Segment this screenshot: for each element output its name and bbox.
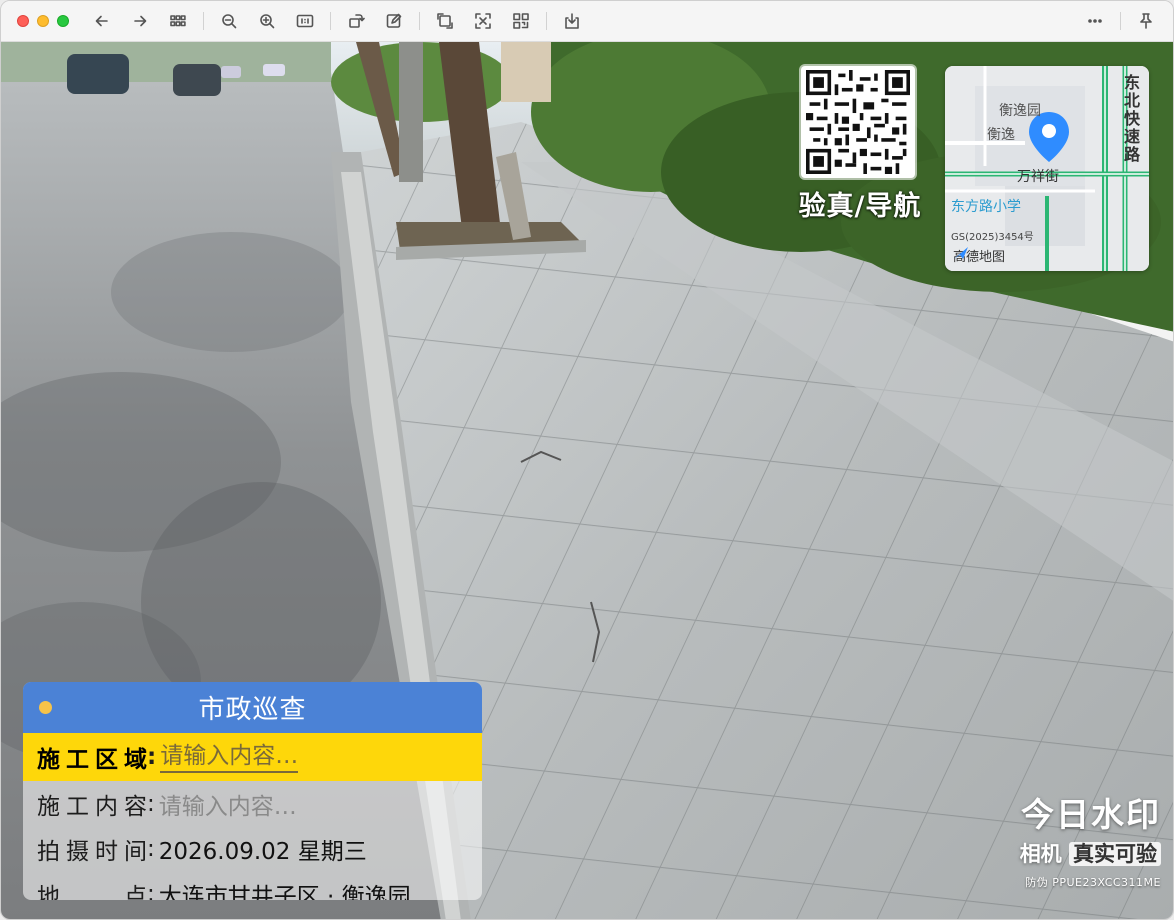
toolbar-divider xyxy=(419,12,420,30)
field-construction-content[interactable]: 施工内容: 请输入内容… xyxy=(23,781,482,826)
map-license: GS(2025)3454号 xyxy=(951,232,1034,243)
qr-scan-button[interactable] xyxy=(508,8,534,34)
zoom-out-button[interactable] xyxy=(216,8,242,34)
toolbar-divider xyxy=(1120,12,1121,30)
field-label: 地 点 xyxy=(37,883,153,901)
download-icon xyxy=(565,13,579,29)
more-button[interactable] xyxy=(1082,8,1108,34)
forward-button[interactable] xyxy=(127,8,153,34)
anti-fake-code: 防伪 PPUE23XCC311ME xyxy=(1025,876,1161,889)
field-location: 地 点: 大连市甘井子区 · 衡逸园 xyxy=(23,871,482,901)
toolbar-divider xyxy=(330,12,331,30)
toolbar-divider xyxy=(546,12,547,30)
field-value[interactable]: 请输入内容… xyxy=(159,787,297,821)
watermark-card: 市政巡查 施工区域: 请输入内容… 施工内容: 请输入内容… 拍摄时间: 202… xyxy=(23,682,482,900)
map-brand: 高德地图 xyxy=(953,246,1005,265)
field-value: 2026.09.02 星期三 xyxy=(158,838,367,865)
crop-button[interactable] xyxy=(432,8,458,34)
save-button[interactable] xyxy=(559,8,585,34)
brand-tagline: 相机 真实可验 xyxy=(1011,838,1161,868)
back-button[interactable] xyxy=(89,8,115,34)
toolbar-right xyxy=(1076,8,1165,34)
photo-canvas: 验真/导航 衡逸园 衡逸 万祥街 东北快速路 东方路小学 GS(2025)345… xyxy=(1,42,1173,919)
zoom-in-button[interactable] xyxy=(254,8,280,34)
thumbnail-grid-button[interactable] xyxy=(165,8,191,34)
toolbar xyxy=(1,1,1173,42)
watermark-title: 市政巡查 xyxy=(198,695,307,725)
field-label: 施工区域 xyxy=(37,747,153,773)
map-road-label: 东北快速路 xyxy=(1123,73,1140,164)
field-capture-time: 拍摄时间: 2026.09.02 星期三 xyxy=(23,826,482,871)
location-map[interactable]: 衡逸园 衡逸 万祥街 东北快速路 东方路小学 GS(2025)3454号 高德地… xyxy=(945,66,1149,271)
field-value[interactable]: 请输入内容… xyxy=(160,741,299,773)
window-controls xyxy=(17,15,69,27)
grid-icon xyxy=(170,15,186,27)
brand-verified: 真实可验 xyxy=(1069,842,1161,866)
zoom-in-icon xyxy=(260,14,275,29)
status-dot xyxy=(39,701,52,714)
minimize-window-button[interactable] xyxy=(37,15,49,27)
pencil-square-icon xyxy=(386,13,402,28)
rotate-button[interactable] xyxy=(343,8,369,34)
close-window-button[interactable] xyxy=(17,15,29,27)
zoom-out-icon xyxy=(222,14,237,29)
pin-button[interactable] xyxy=(1133,8,1159,34)
qr-code-icon xyxy=(806,70,910,174)
map-poi-2: 衡逸 xyxy=(987,127,1015,143)
rotate-icon xyxy=(349,14,365,28)
text-recognition-button[interactable] xyxy=(470,8,496,34)
arrow-right-icon xyxy=(134,15,147,27)
markup-button[interactable] xyxy=(381,8,407,34)
pin-icon xyxy=(1140,13,1152,29)
field-value: 大连市甘井子区 · 衡逸园 xyxy=(158,883,411,901)
arrow-left-icon xyxy=(95,15,108,27)
map-street: 万祥街 xyxy=(1017,169,1059,185)
actual-size-button[interactable] xyxy=(292,8,318,34)
brand-camera: 相机 xyxy=(1019,842,1062,866)
amap-logo-icon xyxy=(954,247,968,259)
brand-watermark: 今日水印 相机 真实可验 防伪 PPUE23XCC311ME xyxy=(1011,788,1161,890)
field-construction-area[interactable]: 施工区域: 请输入内容… xyxy=(23,733,482,781)
field-label: 拍摄时间 xyxy=(37,838,153,865)
qr-code[interactable] xyxy=(801,66,915,178)
crop-icon xyxy=(437,13,453,29)
ellipsis-icon xyxy=(1088,19,1102,23)
brand-name: 今日水印 xyxy=(1021,795,1161,834)
field-label: 施工内容 xyxy=(37,793,153,820)
toolbar-divider xyxy=(203,12,204,30)
qr-icon xyxy=(513,13,529,29)
qr-caption: 验真/导航 xyxy=(798,191,922,222)
scan-text-icon xyxy=(475,13,491,29)
watermark-card-header: 市政巡查 xyxy=(23,682,482,733)
zoom-window-button[interactable] xyxy=(57,15,69,27)
image-viewer-window: 验真/导航 衡逸园 衡逸 万祥街 东北快速路 东方路小学 GS(2025)345… xyxy=(0,0,1174,920)
map-school: 东方路小学 xyxy=(951,199,1021,215)
map-poi-1: 衡逸园 xyxy=(999,103,1041,119)
actual-size-icon xyxy=(296,14,314,28)
